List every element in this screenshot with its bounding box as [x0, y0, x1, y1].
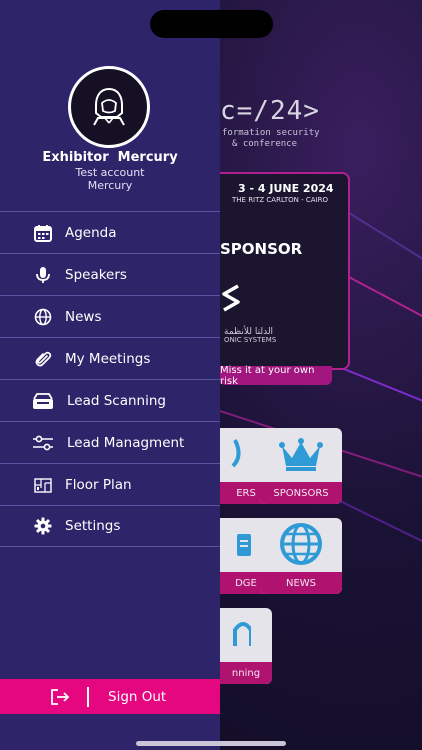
- microphone-icon: [33, 265, 53, 285]
- calendar-icon: [33, 223, 53, 243]
- menu-item-label: My Meetings: [65, 350, 151, 367]
- menu-item-label: Agenda: [65, 224, 117, 241]
- drawer-menu: Agenda Speakers News My Meetings Lead Sc…: [0, 211, 220, 547]
- sign-out-divider: [87, 686, 89, 707]
- floor-plan-icon: [33, 475, 53, 495]
- banner-date: 3 - 4 JUNE 2024: [238, 182, 334, 195]
- tile-label: NEWS: [260, 572, 342, 594]
- menu-item-lead-managment[interactable]: Lead Managment: [0, 421, 220, 463]
- logout-icon: [50, 687, 70, 707]
- menu-item-lead-scanning[interactable]: Lead Scanning: [0, 379, 220, 421]
- decor-streak: [339, 500, 422, 573]
- sponsor-logo-icon: [222, 284, 240, 312]
- sponsor-company-name: ONIC SYSTEMS: [224, 336, 277, 344]
- sliders-icon: [31, 433, 55, 453]
- banner-sponsor-label: SPONSOR: [220, 240, 303, 258]
- avatar[interactable]: [68, 66, 150, 148]
- scanner-icon: [31, 391, 55, 411]
- crown-icon: [260, 428, 342, 480]
- miss-it-caption: Miss it at your own risk: [220, 365, 332, 387]
- menu-item-label: News: [65, 308, 102, 325]
- profile-name: Exhibitor Mercury: [42, 150, 178, 165]
- home-indicator[interactable]: [136, 741, 286, 746]
- dynamic-island: [150, 10, 273, 38]
- profile-company: Mercury: [87, 179, 133, 192]
- tagline-line: formation security: [222, 128, 320, 138]
- hooded-person-icon: [93, 87, 125, 126]
- sign-out-label: Sign Out: [108, 688, 167, 705]
- paperclip-icon: [33, 349, 53, 369]
- tile-sponsors[interactable]: SPONSORS: [260, 428, 342, 504]
- tagline-line: & conference: [232, 139, 298, 149]
- side-drawer: Exhibitor Mercury Test account Mercury A…: [0, 0, 220, 750]
- menu-item-label: Lead Scanning: [67, 392, 166, 409]
- menu-item-my-meetings[interactable]: My Meetings: [0, 337, 220, 379]
- globe-icon: [33, 307, 53, 327]
- tile-news[interactable]: NEWS: [260, 518, 342, 594]
- gear-icon: [33, 516, 53, 536]
- tile-label: SPONSORS: [260, 482, 342, 504]
- menu-item-label: Speakers: [65, 266, 127, 283]
- banner-venue: THE RITZ CARLTON - CAIRO: [232, 196, 329, 204]
- profile-details: Test account Mercury: [0, 166, 220, 192]
- menu-item-news[interactable]: News: [0, 295, 220, 337]
- menu-item-label: Settings: [65, 518, 121, 534]
- menu-item-label: Floor Plan: [65, 476, 132, 493]
- sign-out-button[interactable]: Sign Out: [0, 679, 220, 714]
- menu-item-speakers[interactable]: Speakers: [0, 253, 220, 295]
- profile-account-type: Test account: [75, 166, 145, 179]
- menu-item-floor-plan[interactable]: Floor Plan: [0, 463, 220, 505]
- menu-item-agenda[interactable]: Agenda: [0, 211, 220, 253]
- event-tagline: formation security & conference: [222, 128, 320, 150]
- globe-icon: [260, 518, 342, 570]
- menu-item-label: Lead Managment: [67, 434, 185, 451]
- event-logo: c=/24>: [220, 96, 320, 126]
- menu-item-settings[interactable]: Settings: [0, 505, 220, 547]
